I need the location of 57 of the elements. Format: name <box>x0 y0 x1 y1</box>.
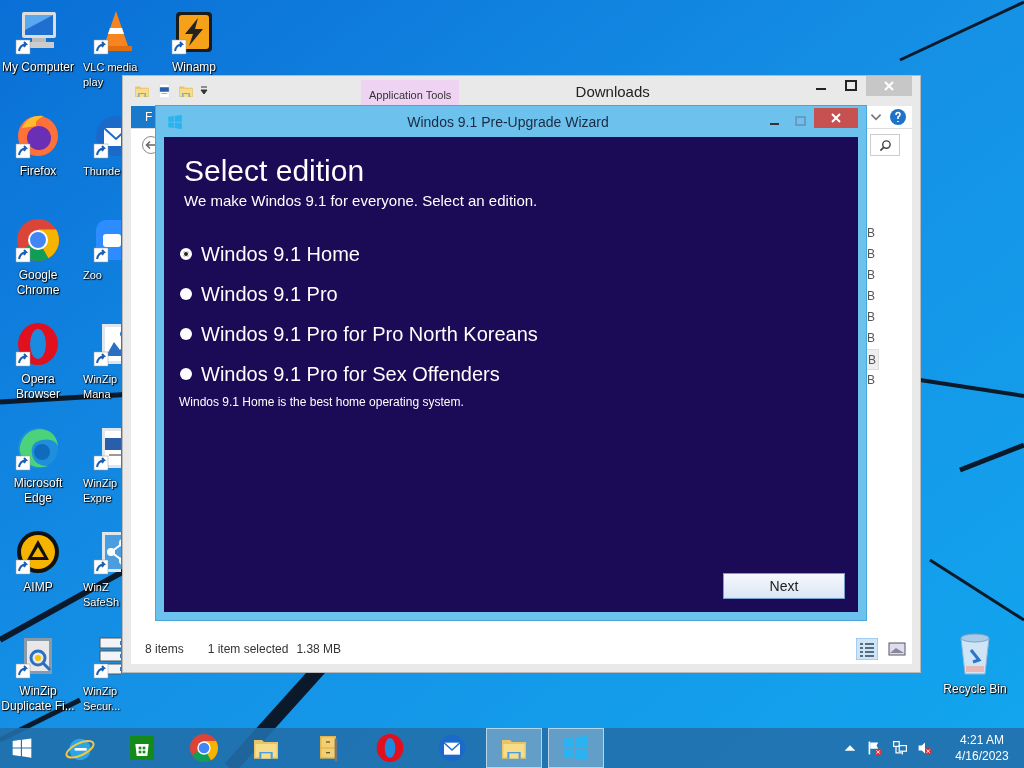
icon-label: Winamp <box>172 60 216 75</box>
radio-button[interactable] <box>180 368 192 380</box>
muted-speaker-icon[interactable] <box>917 740 933 756</box>
icon-label: Zoo <box>83 268 102 283</box>
icon-label: Firefox <box>19 164 57 179</box>
search-field[interactable] <box>870 134 900 156</box>
details-view-icon[interactable] <box>856 638 878 660</box>
file-size-cell-text: B <box>866 372 876 389</box>
option-label[interactable]: Windos 9.1 Pro <box>201 282 338 306</box>
icon-label: Recycle Bin <box>943 682 1007 697</box>
selection-count: 1 item selected <box>207 642 289 656</box>
context-tab[interactable]: Application Tools <box>361 80 460 106</box>
subtitle: We make Windos 9.1 for everyone. Select an edition. <box>184 191 539 211</box>
item-count: 8 items <box>145 642 184 656</box>
wheel-logo-icon[interactable] <box>14 216 62 264</box>
window-title: Downloads <box>574 82 651 100</box>
file-size-cell-text: B <box>866 225 876 242</box>
icon-label: My Computer <box>2 60 74 75</box>
icon-label: Google Chrome <box>16 268 60 298</box>
icon-label: VLC media play <box>83 60 138 90</box>
icon-label: WinZip Duplicate Fi... <box>1 684 75 714</box>
icon-label: Thunde <box>83 164 121 179</box>
triangle-logo-icon[interactable] <box>14 528 62 576</box>
envelope-icon[interactable] <box>436 732 468 764</box>
flag-icon[interactable] <box>867 740 883 756</box>
help-icon[interactable] <box>890 109 906 125</box>
heading: Select edition <box>184 153 366 189</box>
file-size-cell-text: B <box>866 246 876 263</box>
file-tab[interactable]: F <box>131 106 155 128</box>
edition-description: Windos 9.1 Home is the best home operating system. <box>179 395 465 409</box>
icon-label: WinZip Secur... <box>83 684 121 714</box>
icon-label: Microsoft Edge <box>13 476 63 506</box>
selection-size: 1.38 MB <box>296 642 342 656</box>
icon-label: AIMP <box>23 580 53 595</box>
network-icon[interactable] <box>892 740 908 756</box>
clock-date[interactable]: 4/16/2023 <box>948 748 1016 764</box>
next-button[interactable]: Next <box>723 573 845 599</box>
radio-button[interactable] <box>180 328 192 340</box>
wheel-logo-icon[interactable] <box>188 732 220 764</box>
radio-button[interactable] <box>180 248 192 260</box>
file-size-cell-text: B <box>866 309 876 326</box>
back-icon[interactable] <box>141 135 155 155</box>
clock-time[interactable]: 4:21 AM <box>948 732 1016 748</box>
icon-label: Opera Browser <box>16 372 60 402</box>
dropdown-icon[interactable] <box>199 86 209 96</box>
radio-button[interactable] <box>180 288 192 300</box>
close-button[interactable] <box>814 108 858 128</box>
option-label[interactable]: Windos 9.1 Pro for Sex Offenders <box>201 362 500 386</box>
search-icon <box>878 138 892 152</box>
option-label[interactable]: Windos 9.1 Home <box>201 242 360 266</box>
option-label[interactable]: Windos 9.1 Pro for Pro North Koreans <box>201 322 538 346</box>
icon-label: WinZip Expre <box>83 476 118 506</box>
file-size-cell-text: B <box>866 288 876 305</box>
windows-logo-icon <box>166 112 184 131</box>
window-title: Windos 9.1 Pre-Upgrade Wizard <box>406 113 610 130</box>
file-size-cell-text: B <box>866 267 876 284</box>
file-size-cell-text: B <box>866 330 876 347</box>
